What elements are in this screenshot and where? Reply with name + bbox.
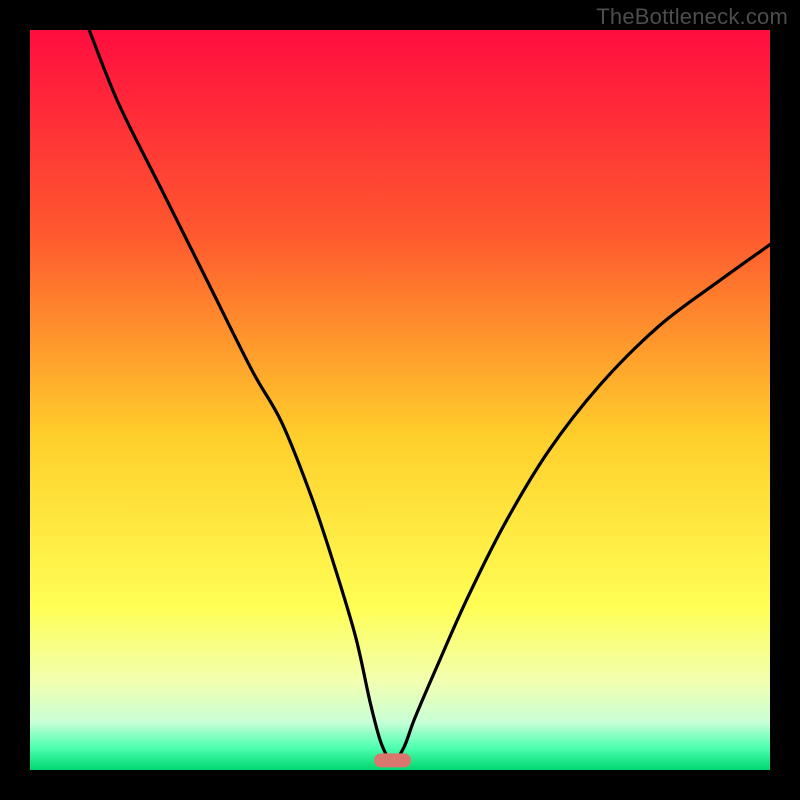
plot-background [30, 30, 770, 770]
optimum-marker [374, 753, 411, 767]
chart-frame: TheBottleneck.com [0, 0, 800, 800]
bottleneck-chart [0, 0, 800, 800]
